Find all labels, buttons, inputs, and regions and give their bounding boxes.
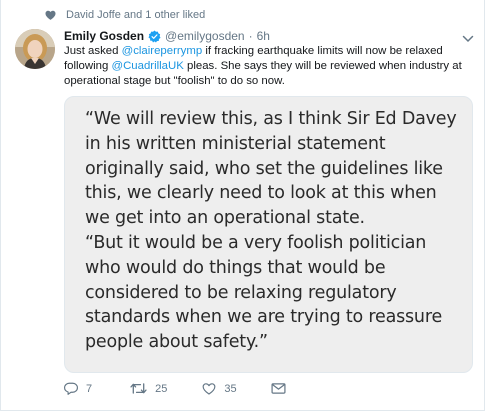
reply-icon [64, 382, 78, 395]
quote-text: “We will review this, as I think Sir Ed … [85, 107, 465, 355]
tweet-timestamp[interactable]: 6h [257, 29, 270, 43]
reply-count: 7 [86, 382, 93, 395]
like-icon [202, 383, 216, 395]
chevron-down-icon[interactable] [462, 31, 474, 43]
heart-icon [45, 10, 56, 20]
quote-paragraph: “We will review this, as I think Sir Ed … [85, 109, 457, 229]
avatar[interactable] [15, 29, 55, 69]
tweet-actions: 7 25 35 [64, 382, 326, 395]
tweet-text-part: Just asked [64, 45, 122, 57]
like-count: 35 [224, 382, 237, 395]
mail-icon [271, 383, 286, 394]
social-context-text[interactable]: David Joffe and 1 other liked [66, 9, 205, 21]
mention-link[interactable]: @CuadrillaUK [112, 60, 184, 72]
separator-dot: · [248, 29, 253, 43]
quote-paragraph: “But it would be a very foolish politici… [85, 232, 443, 353]
author-handle[interactable]: @emilygosden [165, 29, 245, 43]
tweet-text: Just asked @claireperrymp if fracking ea… [64, 44, 464, 89]
reply-button[interactable]: 7 [64, 382, 92, 395]
author-name[interactable]: Emily Gosden [64, 29, 144, 43]
tweet-card[interactable]: David Joffe and 1 other liked Emily Gosd… [0, 0, 485, 411]
social-context: David Joffe and 1 other liked [45, 9, 205, 21]
tweet-header: Emily Gosden @emilygosden · 6h [64, 29, 270, 43]
like-button[interactable]: 35 [202, 382, 237, 395]
verified-badge-icon [148, 30, 161, 43]
tweet-media-image[interactable]: “We will review this, as I think Sir Ed … [64, 96, 473, 373]
retweet-button[interactable]: 25 [130, 382, 167, 395]
retweet-icon [130, 383, 147, 394]
mention-link[interactable]: @claireperrymp [122, 45, 203, 57]
retweet-count: 25 [155, 382, 168, 395]
direct-message-button[interactable] [271, 383, 294, 394]
